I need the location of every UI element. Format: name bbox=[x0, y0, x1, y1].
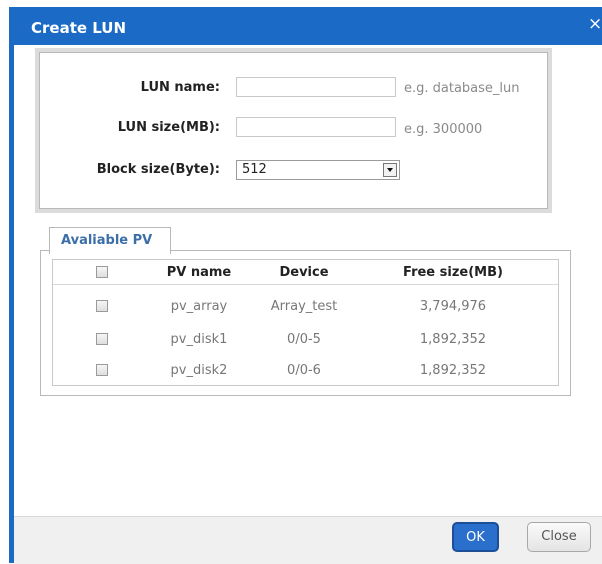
col-header-free-size: Free size(MB) bbox=[403, 265, 503, 280]
select-all-checkbox[interactable] bbox=[96, 266, 108, 278]
tab-available-pv[interactable]: Avaliable PV bbox=[49, 227, 171, 254]
row-checkbox[interactable] bbox=[96, 364, 108, 376]
ok-button[interactable]: OK bbox=[452, 522, 499, 552]
dialog-footer bbox=[14, 516, 602, 564]
col-header-pv-name: PV name bbox=[166, 265, 232, 280]
block-size-select[interactable]: 512 bbox=[236, 160, 400, 180]
lun-size-hint: e.g. 300000 bbox=[404, 122, 483, 137]
free-size-cell: 1,892,352 bbox=[419, 332, 487, 347]
lun-size-label: LUN size(MB): bbox=[117, 120, 220, 135]
free-size-cell: 1,892,352 bbox=[419, 363, 487, 378]
col-header-device: Device bbox=[279, 265, 329, 280]
lun-name-input[interactable] bbox=[236, 77, 396, 97]
row-checkbox[interactable] bbox=[96, 300, 108, 312]
pv-table-header: PV name Device Free size(MB) bbox=[53, 260, 558, 285]
tab-available-pv-label: Avaliable PV bbox=[61, 233, 153, 248]
block-size-value: 512 bbox=[242, 162, 267, 177]
dialog-titlebar[interactable]: Create LUN × bbox=[9, 7, 602, 45]
lun-name-label: LUN name: bbox=[140, 80, 220, 95]
pv-name-cell: pv_disk1 bbox=[170, 332, 228, 347]
block-size-label: Block size(Byte): bbox=[96, 162, 220, 177]
device-cell: Array_test bbox=[270, 299, 338, 314]
free-size-cell: 3,794,976 bbox=[419, 299, 487, 314]
row-checkbox[interactable] bbox=[96, 333, 108, 345]
available-pv-panel: PV name Device Free size(MB) pv_array Ar… bbox=[40, 250, 571, 396]
pv-name-cell: pv_array bbox=[170, 299, 228, 314]
close-icon[interactable]: × bbox=[588, 14, 602, 34]
dialog-title: Create LUN bbox=[31, 19, 127, 37]
device-cell: 0/0-6 bbox=[287, 363, 321, 378]
pv-name-cell: pv_disk2 bbox=[170, 363, 228, 378]
device-cell: 0/0-5 bbox=[287, 332, 321, 347]
chevron-down-icon[interactable] bbox=[383, 163, 397, 177]
lun-name-hint: e.g. database_lun bbox=[404, 81, 520, 96]
close-button[interactable]: Close bbox=[527, 522, 591, 552]
pv-table: PV name Device Free size(MB) pv_array Ar… bbox=[52, 259, 559, 386]
lun-size-input[interactable] bbox=[236, 117, 396, 137]
